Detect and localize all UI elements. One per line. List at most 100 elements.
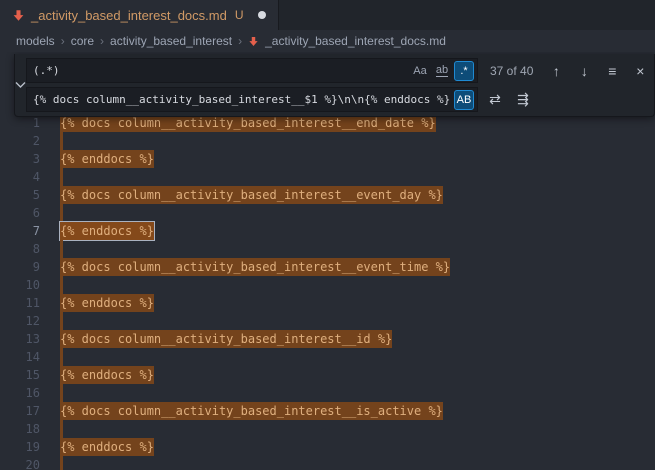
code-line[interactable]: 3 {% enddocs %} <box>0 150 655 168</box>
whole-word-label: ab <box>436 64 448 77</box>
regex-button[interactable]: .* <box>454 61 474 81</box>
breadcrumb-item-core[interactable]: core <box>71 34 94 48</box>
markdown-file-icon <box>248 36 259 47</box>
line-number: 4 <box>0 168 40 186</box>
code-line[interactable]: 16 <box>0 384 655 402</box>
breadcrumb-item-activity-based-interest[interactable]: activity_based_interest <box>110 34 232 48</box>
close-icon[interactable]: × <box>629 60 651 82</box>
line-content[interactable] <box>40 168 63 186</box>
whole-word-button[interactable]: ab <box>432 61 452 81</box>
replace-icon[interactable]: ⇄ <box>484 89 506 111</box>
find-match: {% docs column__activity_based_interest_… <box>60 258 450 276</box>
line-content[interactable]: {% docs column__activity_based_interest_… <box>40 330 392 348</box>
toggle-replace-button[interactable] <box>15 58 26 112</box>
line-number: 12 <box>0 312 40 330</box>
line-content[interactable]: {% docs column__activity_based_interest_… <box>40 186 443 204</box>
tab-bar: _activity_based_interest_docs.md U <box>0 0 655 30</box>
code-line[interactable]: 8 <box>0 240 655 258</box>
line-content[interactable]: {% enddocs %} <box>40 438 154 456</box>
line-content[interactable] <box>40 456 63 470</box>
code-line[interactable]: 7 {% enddocs %} <box>0 222 655 240</box>
find-input[interactable]: (.*) Aa ab .* <box>26 58 478 83</box>
match-count: 37 of 40 <box>490 64 533 78</box>
breadcrumb-separator: › <box>238 34 242 48</box>
line-content[interactable]: {% docs column__activity_based_interest_… <box>40 258 450 276</box>
line-content[interactable]: {% enddocs %} <box>40 366 154 384</box>
line-content[interactable] <box>40 240 63 258</box>
tab-active[interactable]: _activity_based_interest_docs.md U <box>0 0 279 30</box>
code-line[interactable]: 20 <box>0 456 655 470</box>
line-number: 6 <box>0 204 40 222</box>
line-number: 8 <box>0 240 40 258</box>
modified-dot[interactable] <box>258 11 266 19</box>
find-widget: (.*) Aa ab .* 37 of 40 ↑ ↓ ≡ × {% docs c… <box>14 54 655 117</box>
line-content[interactable]: {% enddocs %} <box>40 294 154 312</box>
editor[interactable]: 1{% docs column__activity_based_interest… <box>0 52 655 470</box>
breadcrumb-item-models[interactable]: models <box>16 34 55 48</box>
replace-input[interactable]: {% docs column__activity_based_interest_… <box>26 87 478 112</box>
line-number: 19 <box>0 438 40 456</box>
breadcrumb-separator: › <box>61 34 65 48</box>
preserve-case-button[interactable]: AB <box>454 90 474 110</box>
breadcrumb: models › core › activity_based_interest … <box>0 30 655 52</box>
line-number: 3 <box>0 150 40 168</box>
line-content[interactable] <box>40 204 63 222</box>
code-line[interactable]: 19{% enddocs %} <box>0 438 655 456</box>
find-match-empty-line <box>60 420 63 438</box>
find-match: {% docs column__activity_based_interest_… <box>60 330 392 348</box>
line-content[interactable] <box>40 276 63 294</box>
code-line[interactable]: 14 <box>0 348 655 366</box>
match-case-button[interactable]: Aa <box>410 61 430 81</box>
previous-match-icon[interactable]: ↑ <box>545 60 567 82</box>
code-line[interactable]: 17{% docs column__activity_based_interes… <box>0 402 655 420</box>
line-number: 17 <box>0 402 40 420</box>
line-number: 13 <box>0 330 40 348</box>
code-line[interactable]: 15{% enddocs %} <box>0 366 655 384</box>
line-content[interactable] <box>40 132 63 150</box>
replace-row: {% docs column__activity_based_interest_… <box>26 87 651 112</box>
line-number: 10 <box>0 276 40 294</box>
find-query: (.*) <box>33 64 408 77</box>
replace-all-icon[interactable]: ⇶ <box>512 89 534 111</box>
find-match-empty-line <box>60 312 63 330</box>
line-content[interactable]: {% enddocs %} <box>40 150 154 168</box>
line-content[interactable] <box>40 312 63 330</box>
line-number: 18 <box>0 420 40 438</box>
find-match-empty-line <box>60 240 63 258</box>
find-match-current: {% enddocs %} <box>60 222 154 240</box>
find-match: {% enddocs %} <box>60 150 154 168</box>
line-content[interactable] <box>40 420 63 438</box>
code-line[interactable]: 4 <box>0 168 655 186</box>
line-number: 5 <box>0 186 40 204</box>
find-match-empty-line <box>60 384 63 402</box>
chevron-down-icon <box>15 81 26 89</box>
code-line[interactable]: 11 {% enddocs %} <box>0 294 655 312</box>
code-line[interactable]: 12 <box>0 312 655 330</box>
find-match: {% enddocs %} <box>60 294 154 312</box>
line-content[interactable]: {% docs column__activity_based_interest_… <box>40 402 443 420</box>
code-line[interactable]: 13 {% docs column__activity_based_interes… <box>0 330 655 348</box>
tab-title: _activity_based_interest_docs.md <box>31 8 227 23</box>
next-match-icon[interactable]: ↓ <box>573 60 595 82</box>
code-line[interactable]: 5{% docs column__activity_based_interest… <box>0 186 655 204</box>
find-match-empty-line <box>60 276 63 294</box>
find-match-empty-line <box>60 348 63 366</box>
code-line[interactable]: 6 <box>0 204 655 222</box>
code-line[interactable]: 2 <box>0 132 655 150</box>
code-line[interactable]: 9{% docs column__activity_based_interest… <box>0 258 655 276</box>
line-number: 7 <box>0 222 40 240</box>
markdown-file-icon <box>12 9 25 22</box>
code-line[interactable]: 10 <box>0 276 655 294</box>
find-match-empty-line <box>60 456 63 470</box>
line-number: 11 <box>0 294 40 312</box>
line-number: 14 <box>0 348 40 366</box>
line-content[interactable]: {% enddocs %} <box>40 222 154 240</box>
breadcrumb-item-file[interactable]: _activity_based_interest_docs.md <box>265 34 446 48</box>
line-content[interactable] <box>40 384 63 402</box>
breadcrumb-separator: › <box>100 34 104 48</box>
code-line[interactable]: 18 <box>0 420 655 438</box>
find-row: (.*) Aa ab .* 37 of 40 ↑ ↓ ≡ × <box>26 58 651 83</box>
find-in-selection-icon[interactable]: ≡ <box>601 60 623 82</box>
line-content[interactable] <box>40 348 63 366</box>
replace-value: {% docs column__activity_based_interest_… <box>33 93 452 106</box>
